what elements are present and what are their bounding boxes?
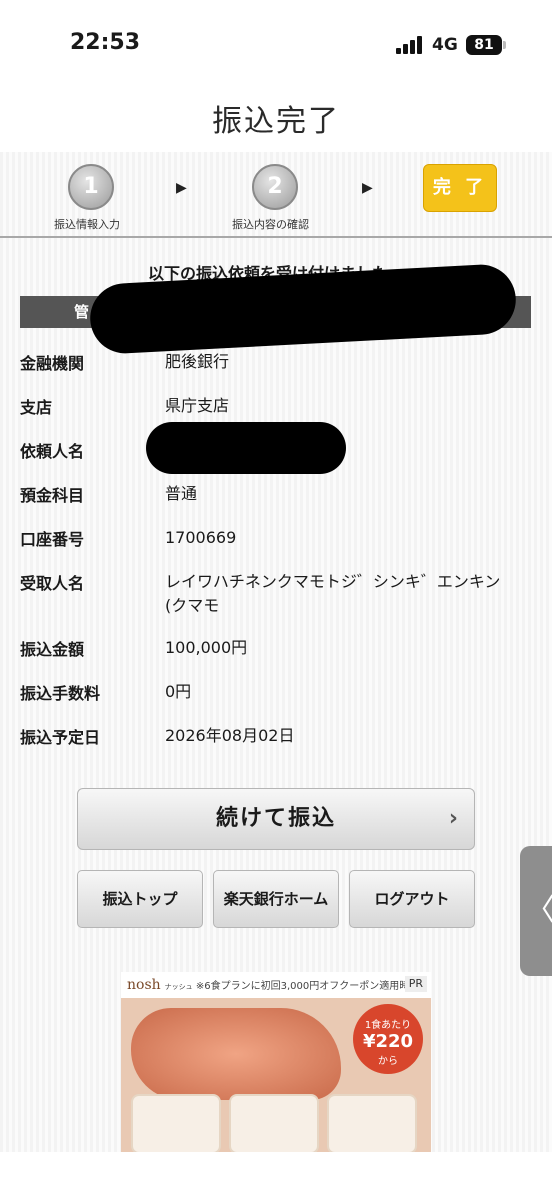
step-2-icon: 2 (252, 164, 298, 210)
detail-key: 支店 (20, 398, 53, 417)
detail-value: 100,000円 (165, 638, 248, 657)
page-title: 振込完了 (212, 104, 340, 139)
step-complete-badge: 完 了 (423, 164, 497, 212)
detail-value: 1700669 (165, 528, 237, 547)
continue-transfer-button[interactable]: 続けて振込 › (77, 788, 475, 850)
ad-headline: ※6食プランに初回3,000円オフクーポン適用時 (195, 981, 410, 992)
ad-banner[interactable]: nosh ナッシュ ※6食プランに初回3,000円オフクーポン適用時 PR 1食あ… (121, 972, 431, 1152)
transfer-top-button[interactable]: 振込トップ (77, 870, 203, 928)
content-area: 1 振込情報入力 ▶ 2 振込内容の確認 ▶ 完 了 以下の振込依頼を受け付けま… (0, 152, 552, 1152)
detail-key: 受取人名 (20, 574, 85, 593)
ad-meal-tray (327, 1094, 417, 1152)
detail-key: 口座番号 (20, 530, 85, 549)
logout-button[interactable]: ログアウト (349, 870, 475, 928)
detail-value: 普通 (165, 484, 198, 503)
detail-value: 県庁支店 (165, 396, 230, 415)
redaction-mark (146, 422, 346, 474)
ad-price-badge: 1食あたり ¥220 から (353, 1004, 423, 1074)
battery-tip (503, 41, 506, 49)
step-1-label: 振込情報入力 (54, 218, 120, 231)
continue-transfer-label: 続けて振込 (215, 806, 336, 831)
detail-key: 振込予定日 (20, 728, 101, 747)
step-1-icon: 1 (68, 164, 114, 210)
step-arrow-icon: ▶ (362, 180, 373, 196)
ad-meal-tray (229, 1094, 319, 1152)
ad-brand-logo: nosh (127, 977, 161, 993)
ad-meal-tray (131, 1094, 221, 1152)
detail-key: 振込手数料 (20, 684, 101, 703)
ad-badge-top: 1食あたり (364, 1020, 412, 1031)
ad-pr-label: PR (404, 976, 427, 992)
network-type: 4G (432, 35, 458, 55)
ad-brand-ruby: ナッシュ (164, 983, 193, 991)
side-drawer-tab[interactable]: 〈 (520, 846, 552, 976)
step-indicator: 1 振込情報入力 ▶ 2 振込内容の確認 ▶ 完 了 (0, 152, 552, 238)
ad-food-image (131, 1008, 341, 1100)
detail-value: レイワハチネンクマモトジ゛シンキ゛エンキン (クマモ (165, 572, 501, 615)
bank-home-button[interactable]: 楽天銀行ホーム (213, 870, 339, 928)
chevron-right-icon: › (448, 806, 460, 831)
detail-key: 金融機関 (20, 354, 85, 373)
bottom-area (0, 1152, 552, 1200)
detail-value: 0円 (165, 682, 192, 701)
step-2-label: 振込内容の確認 (232, 218, 309, 231)
detail-value: 2026年08月02日 (165, 726, 295, 745)
detail-key: 預金科目 (20, 486, 85, 505)
detail-key: 振込金額 (20, 640, 85, 659)
step-arrow-icon: ▶ (176, 180, 187, 196)
detail-value: 肥後銀行 (165, 352, 230, 371)
signal-icon (396, 36, 424, 54)
clock: 22:53 (70, 30, 141, 55)
ad-header: nosh ナッシュ ※6食プランに初回3,000円オフクーポン適用時 (121, 972, 431, 998)
ad-badge-bottom: から (378, 1056, 398, 1067)
status-bar: 22:53 4G 81 (0, 0, 552, 90)
detail-key: 依頼人名 (20, 442, 85, 461)
ad-badge-price: ¥220 (362, 1031, 414, 1052)
battery-icon: 81 (466, 35, 502, 55)
